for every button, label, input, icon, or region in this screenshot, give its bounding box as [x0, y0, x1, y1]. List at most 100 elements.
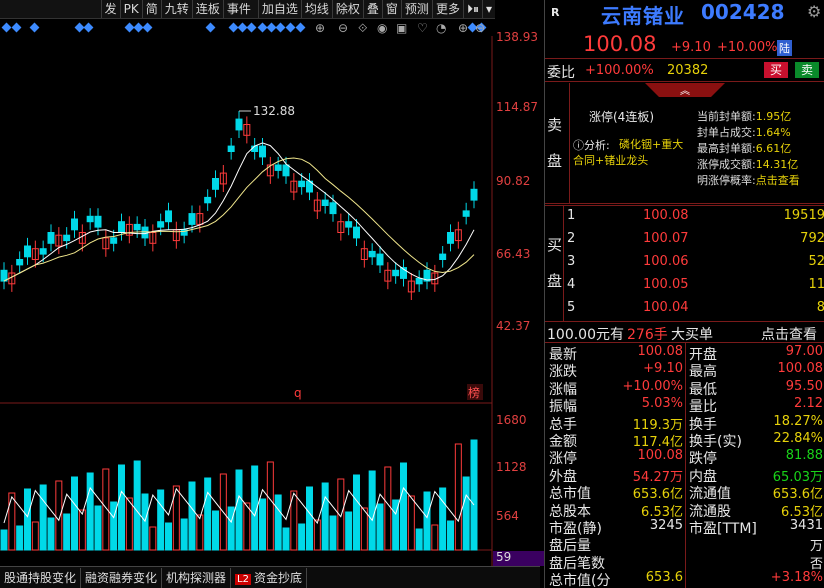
toolbar-button-2[interactable]: 简 [141, 0, 161, 18]
bid-price: 100.04 [643, 300, 689, 315]
bottom-tab-3[interactable]: L2 资金抄底 [231, 568, 307, 588]
kline-chart[interactable]: 132.88 q 榜 [0, 36, 544, 566]
event-marker-icon[interactable] [295, 22, 306, 33]
volume-bar [266, 461, 274, 551]
toolbar-button-9[interactable]: 叠 [362, 0, 382, 18]
limit-stat-value: 1.64% [755, 126, 791, 139]
stat-row: 外盘 54.27万 内盘 65.03万 [545, 466, 824, 485]
bang-label[interactable]: 榜 [468, 385, 480, 400]
stat-value: 3245 [649, 518, 683, 533]
add-indicator-icon[interactable]: ⊕ [315, 21, 325, 35]
expand-right-icon[interactable]: ⏵⏸ [462, 0, 482, 18]
toolbar-button-5[interactable]: 事件 [222, 0, 254, 18]
stat-value-2: 否 [809, 556, 823, 572]
bid-row[interactable]: 5 100.04 8 [565, 300, 824, 318]
bid-volume: 792 [800, 231, 824, 246]
limit-stat-row[interactable]: 明涨停概率:点击查看 [697, 172, 824, 188]
big-order-label: 大买单 [671, 327, 713, 343]
limit-title: 涨停(4连板) [589, 110, 654, 124]
volume-bar [400, 462, 407, 551]
bid-row[interactable]: 4 100.05 11 [565, 277, 824, 295]
toolbar-button-6[interactable]: 加自选 [257, 0, 301, 18]
volume-bar [196, 514, 204, 551]
bottom-tab-label: 股通持股变化 [4, 571, 77, 585]
collapse-tab[interactable]: ︽ [645, 83, 725, 99]
bottom-tab-1[interactable]: 融资融券变化 [81, 568, 163, 588]
event-marker-icon[interactable] [275, 22, 286, 33]
big-order-row[interactable]: 100.00元有 276手 大买单 点击查看 [545, 324, 824, 344]
remove-indicator-icon[interactable]: ⊖ [338, 21, 348, 35]
volume-bar [360, 507, 368, 551]
quote-panel: R 云南锗业 002428 ⚙ 100.08 +9.10 +10.00% 陆 委… [544, 0, 824, 588]
event-marker-icon[interactable] [29, 22, 40, 33]
toolbar-button-0[interactable]: 发 [100, 0, 120, 18]
volume-tick-label: 1128 [496, 460, 527, 474]
volume-bar [0, 529, 8, 551]
buy-button[interactable]: 买 [764, 62, 788, 78]
toolbar-button-12[interactable]: 更多 [431, 0, 463, 18]
bid-volume: 11 [808, 277, 824, 292]
toolbar-button-4[interactable]: 连板 [191, 0, 223, 18]
volume-tick-label: 1680 [496, 413, 527, 427]
candle-body [118, 221, 125, 233]
draw-icon[interactable]: ⟐ [358, 21, 367, 36]
stat-row: 盘后笔数否 [545, 553, 824, 572]
weibi-num: 20382 [667, 63, 709, 78]
stat-row: 涨停 100.08 跌停 81.88 [545, 448, 824, 467]
toolbar-button-3[interactable]: 九转 [160, 0, 192, 18]
eye-icon[interactable]: ◉ [377, 21, 387, 35]
toolbar-button-8[interactable]: 除权 [331, 0, 363, 18]
event-marker-icon[interactable] [11, 22, 22, 33]
bid-level: 3 [567, 254, 576, 269]
stat-value: 5.03% [641, 396, 683, 412]
event-marker-icon[interactable] [246, 22, 257, 33]
bottom-tab-label: 融资融券变化 [85, 571, 158, 585]
big-order-link[interactable]: 点击查看 [761, 324, 817, 344]
toolbar-button-1[interactable]: PK [119, 0, 142, 18]
candle-body [329, 202, 337, 215]
zoom-in-icon[interactable]: ⊕ [458, 21, 468, 35]
toolbar-button-10[interactable]: 窗 [381, 0, 401, 18]
stat-value-2: 6.53亿 [781, 504, 823, 520]
event-marker-icon[interactable] [142, 22, 153, 33]
candle-body [415, 277, 423, 285]
r-label: R [551, 6, 560, 19]
volume-bar [345, 511, 353, 551]
stat-row: 涨跌 +9.10 最高 100.08 [545, 361, 824, 380]
clock-icon[interactable]: ◔ [436, 21, 446, 35]
window-icon[interactable]: ▣ [396, 21, 407, 35]
stat-row: 总市值 653.6亿 流通值 653.6亿 [545, 483, 824, 502]
dropdown-icon[interactable]: ▾ [481, 0, 495, 18]
bid-row[interactable]: 3 100.06 52 [565, 254, 824, 272]
candle-body [63, 234, 71, 242]
toolbar-button-7[interactable]: 均线 [300, 0, 332, 18]
toolbar-button-11[interactable]: 预测 [400, 0, 432, 18]
limit-stat-row: 封单占成交:1.64% [697, 124, 824, 140]
event-marker-icon[interactable] [205, 22, 216, 33]
bid-row[interactable]: 1 100.08 19519 [565, 208, 824, 226]
volume-bar [118, 464, 125, 551]
candle-body [447, 232, 454, 244]
zoom-out-icon[interactable]: ⊖ [475, 21, 485, 35]
limit-stat-label: 最高封单额: [697, 142, 756, 155]
volume-bar [55, 480, 63, 551]
stat-row: 总股本 6.53亿 流通股 6.53亿 [545, 501, 824, 520]
bottom-tab-2[interactable]: 机构探测器 [162, 568, 232, 588]
sell-button[interactable]: 卖 [795, 62, 819, 78]
volume-bar [149, 526, 157, 551]
favorite-icon[interactable]: ♡ [417, 21, 428, 35]
event-marker-icon[interactable] [83, 22, 94, 33]
candle-body [235, 118, 243, 131]
volume-bar [24, 488, 31, 551]
bottom-tab-0[interactable]: 股通持股变化 [0, 568, 82, 588]
volume-tick-label: 59 [496, 550, 512, 564]
bid-volume: 19519 [783, 208, 824, 223]
bid-row[interactable]: 2 100.07 792 [565, 231, 824, 249]
event-marker-icon[interactable] [285, 22, 296, 33]
limit-stat-label: 明涨停概率: [697, 174, 756, 187]
gear-icon[interactable]: ⚙ [807, 2, 821, 21]
stat-row: 金额 117.4亿 换手(实) 22.84% [545, 431, 824, 450]
event-marker-icon[interactable] [1, 22, 12, 33]
candle-body [157, 221, 165, 228]
last-price: 100.08 [583, 32, 657, 56]
